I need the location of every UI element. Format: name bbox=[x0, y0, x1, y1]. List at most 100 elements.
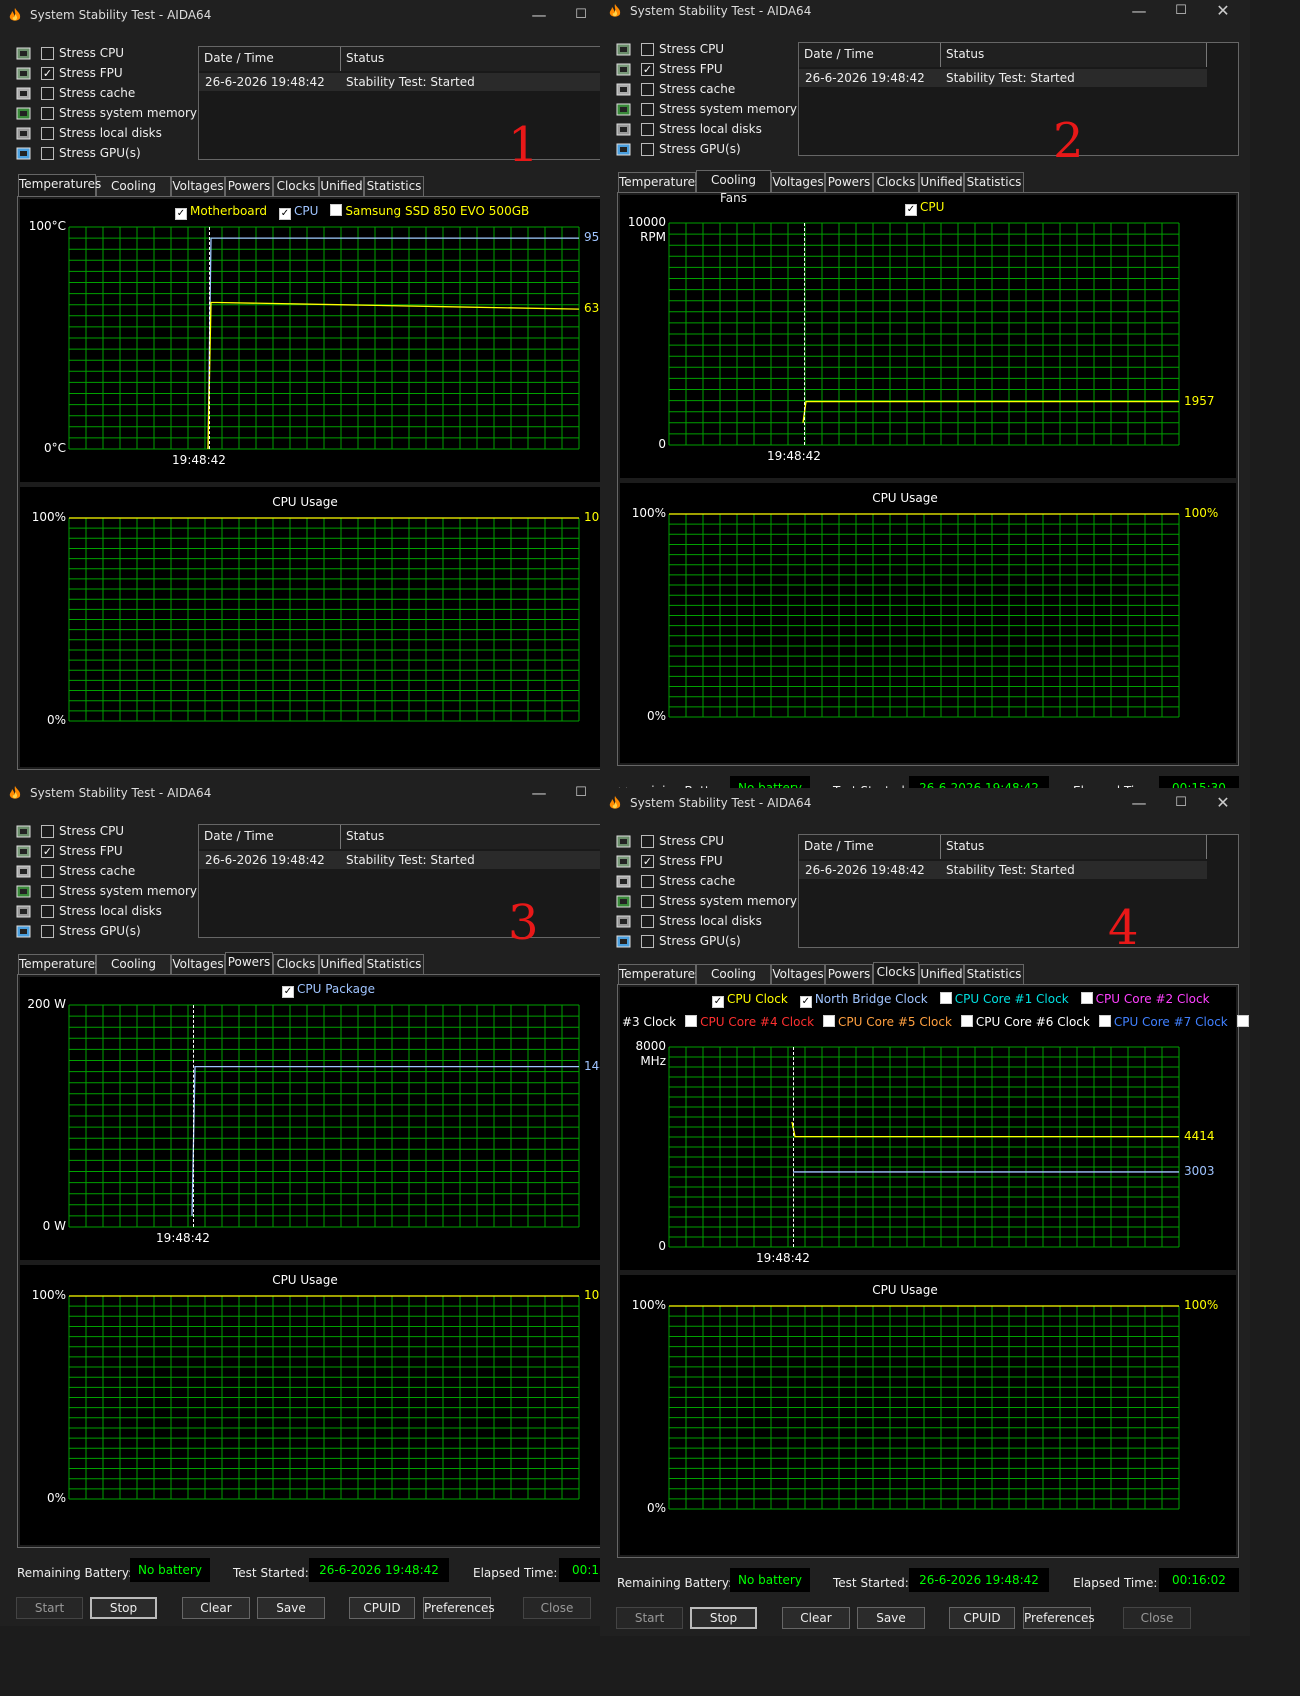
tab-unified[interactable]: Unified bbox=[919, 964, 964, 984]
legend-item[interactable]: CPU Core #7 Clock bbox=[1098, 1015, 1228, 1029]
maximize-icon[interactable]: ☐ bbox=[560, 2, 602, 28]
legend-item[interactable]: ✓ Motherboard bbox=[175, 204, 267, 220]
title-bar[interactable]: System Stability Test - AIDA64—☐✕ bbox=[600, 788, 1250, 818]
legend-item[interactable]: #3 Clock bbox=[622, 1015, 676, 1029]
legend-item[interactable]: ✓ CPU Clock bbox=[712, 992, 788, 1008]
legend-checkbox[interactable] bbox=[823, 1015, 836, 1027]
legend-checkbox[interactable] bbox=[939, 992, 952, 1004]
legend-item[interactable]: ✓ North Bridge Clock bbox=[799, 992, 928, 1008]
stress-checkbox[interactable] bbox=[41, 905, 54, 918]
legend-checkbox[interactable]: ✓ bbox=[175, 208, 187, 220]
tab-statistics[interactable]: Statistics bbox=[364, 954, 424, 974]
stop-button[interactable]: Stop bbox=[90, 1597, 157, 1619]
stress-checkbox[interactable] bbox=[41, 147, 54, 160]
legend-checkbox[interactable] bbox=[330, 204, 343, 216]
stress-checkbox[interactable] bbox=[641, 103, 654, 116]
tab-clocks[interactable]: Clocks bbox=[873, 962, 919, 984]
stress-checkbox[interactable]: ✓ bbox=[41, 67, 54, 80]
stress-checkbox[interactable] bbox=[641, 43, 654, 56]
legend-item[interactable]: Samsung SSD 850 EVO 500GB bbox=[330, 204, 529, 218]
stress-checkbox[interactable] bbox=[41, 107, 54, 120]
tab-cooling-fans[interactable]: Cooling Fans bbox=[96, 954, 171, 989]
legend-item[interactable]: CPU Core #4 Clock bbox=[685, 1015, 814, 1029]
clear-button[interactable]: Clear bbox=[782, 1607, 850, 1629]
legend-item[interactable]: CPU Core #1 Clock bbox=[939, 992, 1069, 1006]
maximize-icon[interactable]: ☐ bbox=[560, 780, 602, 806]
stress-checkbox[interactable] bbox=[41, 825, 54, 838]
minimize-icon[interactable]: — bbox=[1118, 790, 1160, 816]
close-icon[interactable]: ✕ bbox=[1202, 0, 1244, 24]
save-button[interactable]: Save bbox=[857, 1607, 925, 1629]
column-header-datetime[interactable]: Date / Time bbox=[199, 825, 341, 849]
stress-checkbox[interactable]: ✓ bbox=[641, 63, 654, 76]
tab-voltages[interactable]: Voltages bbox=[771, 172, 825, 192]
tab-cooling-fans[interactable]: Cooling Fans bbox=[696, 170, 771, 205]
preferences-button[interactable]: Preferences bbox=[1023, 1607, 1095, 1629]
title-bar[interactable]: System Stability Test - AIDA64—☐✕ bbox=[600, 0, 1250, 26]
legend-checkbox[interactable] bbox=[960, 1015, 973, 1027]
legend-item[interactable]: ✓ CPU bbox=[905, 200, 944, 216]
title-bar[interactable]: System Stability Test - AIDA64—☐✕ bbox=[0, 778, 650, 808]
legend-checkbox[interactable]: ✓ bbox=[278, 208, 291, 220]
column-header-datetime[interactable]: Date / Time bbox=[799, 835, 941, 859]
tab-temperatures[interactable]: Temperatures bbox=[18, 174, 101, 196]
tab-voltages[interactable]: Voltages bbox=[171, 954, 225, 974]
minimize-icon[interactable]: — bbox=[518, 780, 560, 806]
column-header-status[interactable]: Status bbox=[341, 47, 607, 71]
stress-checkbox[interactable] bbox=[641, 895, 654, 908]
stress-checkbox[interactable] bbox=[641, 835, 654, 848]
tab-cooling-fans[interactable]: Cooling Fans bbox=[96, 176, 171, 211]
tab-unified[interactable]: Unified bbox=[919, 172, 964, 192]
legend-checkbox[interactable]: ✓ bbox=[905, 204, 917, 216]
maximize-icon[interactable]: ☐ bbox=[1160, 0, 1202, 24]
stress-checkbox[interactable] bbox=[641, 875, 654, 888]
save-button[interactable]: Save bbox=[257, 1597, 325, 1619]
legend-item[interactable]: CPU Core #2 Clock bbox=[1080, 992, 1210, 1006]
legend-checkbox[interactable]: ✓ bbox=[799, 996, 812, 1008]
minimize-icon[interactable]: — bbox=[1118, 0, 1160, 24]
tab-statistics[interactable]: Statistics bbox=[964, 172, 1024, 192]
tab-statistics[interactable]: Statistics bbox=[964, 964, 1024, 984]
stress-checkbox[interactable] bbox=[641, 143, 654, 156]
tab-temperatures[interactable]: Temperatures bbox=[618, 172, 701, 192]
stress-checkbox[interactable] bbox=[41, 87, 54, 100]
tab-unified[interactable]: Unified bbox=[319, 176, 364, 196]
status-table[interactable]: Date / Time Status 26-6-2026 19:48:42 Stabi… bbox=[798, 42, 1239, 156]
legend-item[interactable]: CPU Core #5 Clock bbox=[823, 1015, 952, 1029]
tab-statistics[interactable]: Statistics bbox=[364, 176, 424, 196]
stress-checkbox[interactable] bbox=[41, 47, 54, 60]
tab-clocks[interactable]: Clocks bbox=[873, 172, 919, 192]
title-bar[interactable]: System Stability Test - AIDA64—☐✕ bbox=[0, 0, 650, 30]
stress-checkbox[interactable] bbox=[41, 865, 54, 878]
close-button[interactable]: Close bbox=[1123, 1607, 1191, 1629]
status-table[interactable]: Date / Time Status 26-6-2026 19:48:42 Stabi… bbox=[198, 824, 639, 938]
legend-item[interactable]: CPU Co bbox=[1236, 1015, 1250, 1029]
tab-powers[interactable]: Powers bbox=[825, 964, 873, 984]
legend-item[interactable]: ✓ CPU bbox=[278, 204, 318, 220]
stress-checkbox[interactable] bbox=[41, 925, 54, 938]
stop-button[interactable]: Stop bbox=[690, 1607, 757, 1629]
tab-clocks[interactable]: Clocks bbox=[273, 176, 319, 196]
maximize-icon[interactable]: ☐ bbox=[1160, 790, 1202, 816]
preferences-button[interactable]: Preferences bbox=[423, 1597, 495, 1619]
legend-checkbox[interactable] bbox=[685, 1015, 698, 1027]
legend-checkbox[interactable]: ✓ bbox=[712, 996, 724, 1008]
tab-powers[interactable]: Powers bbox=[825, 172, 873, 192]
close-button[interactable]: Close bbox=[523, 1597, 591, 1619]
column-header-datetime[interactable]: Date / Time bbox=[799, 43, 941, 67]
close-icon[interactable]: ✕ bbox=[1202, 790, 1244, 816]
tab-temperatures[interactable]: Temperatures bbox=[18, 954, 101, 974]
start-button[interactable]: Start bbox=[616, 1607, 683, 1629]
tab-cooling-fans[interactable]: Cooling Fans bbox=[696, 964, 771, 999]
stress-checkbox[interactable] bbox=[641, 83, 654, 96]
stress-checkbox[interactable] bbox=[641, 935, 654, 948]
tab-unified[interactable]: Unified bbox=[319, 954, 364, 974]
tab-powers[interactable]: Powers bbox=[225, 176, 273, 196]
status-table[interactable]: Date / Time Status 26-6-2026 19:48:42 Stabi… bbox=[798, 834, 1239, 948]
cpuid-button[interactable]: CPUID bbox=[349, 1597, 415, 1619]
column-header-datetime[interactable]: Date / Time bbox=[199, 47, 341, 71]
stress-checkbox[interactable] bbox=[641, 123, 654, 136]
clear-button[interactable]: Clear bbox=[182, 1597, 250, 1619]
stress-checkbox[interactable] bbox=[641, 915, 654, 928]
legend-checkbox[interactable] bbox=[1236, 1015, 1249, 1027]
